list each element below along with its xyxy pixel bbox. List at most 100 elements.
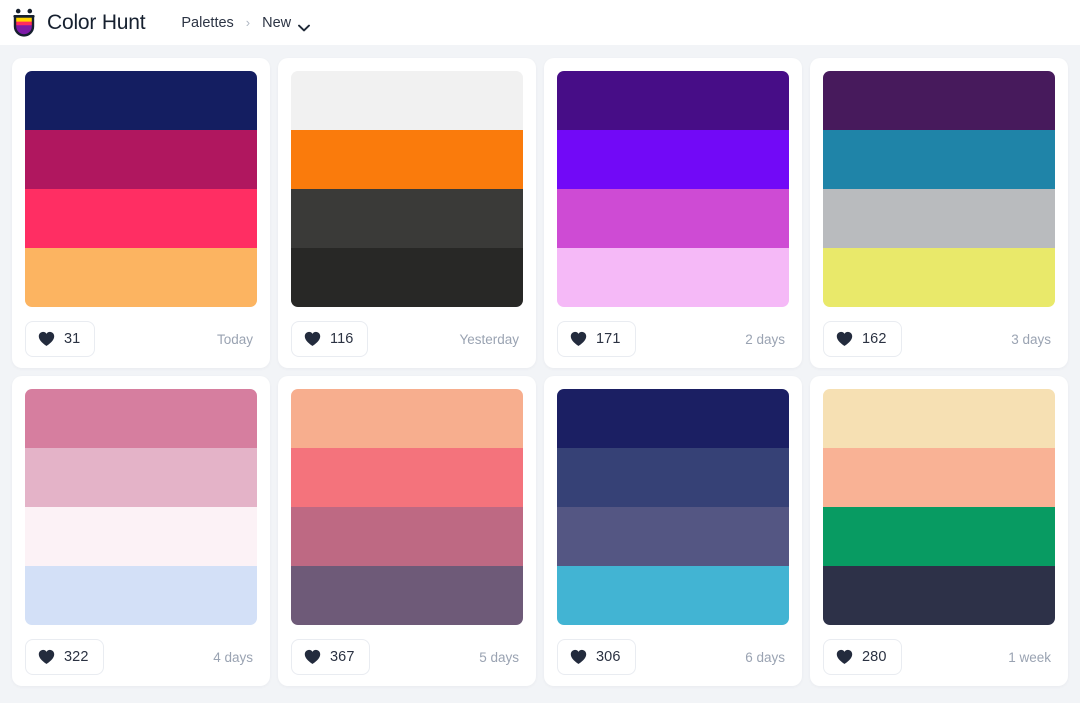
- color-swatch[interactable]: [25, 389, 257, 448]
- like-button[interactable]: 171: [557, 321, 636, 357]
- color-swatch[interactable]: [557, 507, 789, 566]
- site-header: Color Hunt Palettes › New: [0, 0, 1080, 45]
- palette-date: Yesterday: [459, 331, 519, 347]
- palette-card[interactable]: 280 1 week: [810, 376, 1068, 686]
- color-swatch[interactable]: [25, 507, 257, 566]
- palette-card[interactable]: 116 Yesterday: [278, 58, 536, 368]
- palette-card[interactable]: 171 2 days: [544, 58, 802, 368]
- color-swatch[interactable]: [823, 189, 1055, 248]
- color-swatch[interactable]: [823, 389, 1055, 448]
- color-swatch[interactable]: [823, 71, 1055, 130]
- palette-meta: 367 5 days: [291, 639, 523, 675]
- color-swatch[interactable]: [823, 507, 1055, 566]
- palette-date: 5 days: [479, 649, 519, 665]
- heart-icon: [570, 649, 587, 665]
- color-swatch[interactable]: [557, 389, 789, 448]
- like-count: 322: [64, 649, 89, 665]
- like-count: 306: [596, 649, 621, 665]
- heart-icon: [38, 331, 55, 347]
- palette-meta: 162 3 days: [823, 321, 1055, 357]
- palette-card[interactable]: 306 6 days: [544, 376, 802, 686]
- heart-icon: [304, 649, 321, 665]
- like-count: 162: [862, 331, 887, 347]
- palette-swatches: [557, 71, 789, 307]
- color-swatch[interactable]: [291, 248, 523, 307]
- palette-card[interactable]: 31 Today: [12, 58, 270, 368]
- color-swatch[interactable]: [557, 448, 789, 507]
- color-swatch[interactable]: [25, 566, 257, 625]
- color-swatch[interactable]: [291, 189, 523, 248]
- color-swatch[interactable]: [557, 130, 789, 189]
- like-count: 280: [862, 649, 887, 665]
- color-swatch[interactable]: [25, 71, 257, 130]
- palette-date: 2 days: [745, 331, 785, 347]
- like-count: 367: [330, 649, 355, 665]
- palette-meta: 31 Today: [25, 321, 257, 357]
- color-swatch[interactable]: [557, 189, 789, 248]
- breadcrumb: Palettes › New: [181, 15, 311, 31]
- palette-swatches: [25, 71, 257, 307]
- palette-meta: 171 2 days: [557, 321, 789, 357]
- heart-icon: [570, 331, 587, 347]
- breadcrumb-separator: ›: [245, 15, 251, 30]
- nav-dropdown-new[interactable]: New: [262, 15, 311, 31]
- like-button[interactable]: 322: [25, 639, 104, 675]
- color-swatch[interactable]: [823, 130, 1055, 189]
- color-swatch[interactable]: [291, 448, 523, 507]
- brand-name: Color Hunt: [47, 10, 146, 34]
- palette-meta: 322 4 days: [25, 639, 257, 675]
- like-button[interactable]: 367: [291, 639, 370, 675]
- palette-date: Today: [216, 331, 253, 347]
- heart-icon: [38, 649, 55, 665]
- palette-swatches: [25, 389, 257, 625]
- colorhunt-shield-logo-icon: [10, 8, 38, 38]
- color-swatch[interactable]: [823, 566, 1055, 625]
- color-swatch[interactable]: [291, 71, 523, 130]
- chevron-down-icon: [298, 19, 311, 31]
- like-button[interactable]: 31: [25, 321, 96, 357]
- palette-card[interactable]: 322 4 days: [12, 376, 270, 686]
- palette-swatches: [823, 389, 1055, 625]
- palette-swatches: [557, 389, 789, 625]
- like-count: 31: [64, 331, 81, 347]
- heart-icon: [836, 331, 853, 347]
- color-swatch[interactable]: [25, 130, 257, 189]
- like-button[interactable]: 116: [291, 321, 369, 357]
- color-swatch[interactable]: [557, 566, 789, 625]
- like-button[interactable]: 162: [823, 321, 902, 357]
- color-swatch[interactable]: [291, 130, 523, 189]
- color-swatch[interactable]: [25, 448, 257, 507]
- palette-swatches: [291, 389, 523, 625]
- palette-row: 322 4 days 367 5 days 306 6 days 280 1 w…: [8, 376, 1072, 694]
- palette-date: 3 days: [1011, 331, 1051, 347]
- like-count: 171: [596, 331, 621, 347]
- color-swatch[interactable]: [291, 566, 523, 625]
- color-swatch[interactable]: [291, 389, 523, 448]
- color-swatch[interactable]: [557, 71, 789, 130]
- palette-row: 31 Today 116 Yesterday 171 2 days 162 3 …: [8, 58, 1072, 376]
- like-button[interactable]: 280: [823, 639, 902, 675]
- heart-icon: [836, 649, 853, 665]
- color-swatch[interactable]: [291, 507, 523, 566]
- palette-card[interactable]: 162 3 days: [810, 58, 1068, 368]
- color-swatch[interactable]: [823, 248, 1055, 307]
- color-swatch[interactable]: [25, 189, 257, 248]
- color-swatch[interactable]: [823, 448, 1055, 507]
- like-count: 116: [330, 331, 354, 347]
- heart-icon: [304, 331, 321, 347]
- brand-logo[interactable]: Color Hunt: [10, 8, 146, 38]
- palette-meta: 280 1 week: [823, 639, 1055, 675]
- palette-date: 4 days: [213, 649, 253, 665]
- palette-card[interactable]: 367 5 days: [278, 376, 536, 686]
- color-swatch[interactable]: [25, 248, 257, 307]
- nav-item-palettes[interactable]: Palettes: [181, 15, 233, 31]
- color-swatch[interactable]: [557, 248, 789, 307]
- palette-swatches: [823, 71, 1055, 307]
- palette-date: 1 week: [1008, 649, 1051, 665]
- palette-grid: 31 Today 116 Yesterday 171 2 days 162 3 …: [0, 45, 1080, 694]
- palette-meta: 306 6 days: [557, 639, 789, 675]
- like-button[interactable]: 306: [557, 639, 636, 675]
- palette-meta: 116 Yesterday: [291, 321, 523, 357]
- palette-date: 6 days: [745, 649, 785, 665]
- palette-swatches: [291, 71, 523, 307]
